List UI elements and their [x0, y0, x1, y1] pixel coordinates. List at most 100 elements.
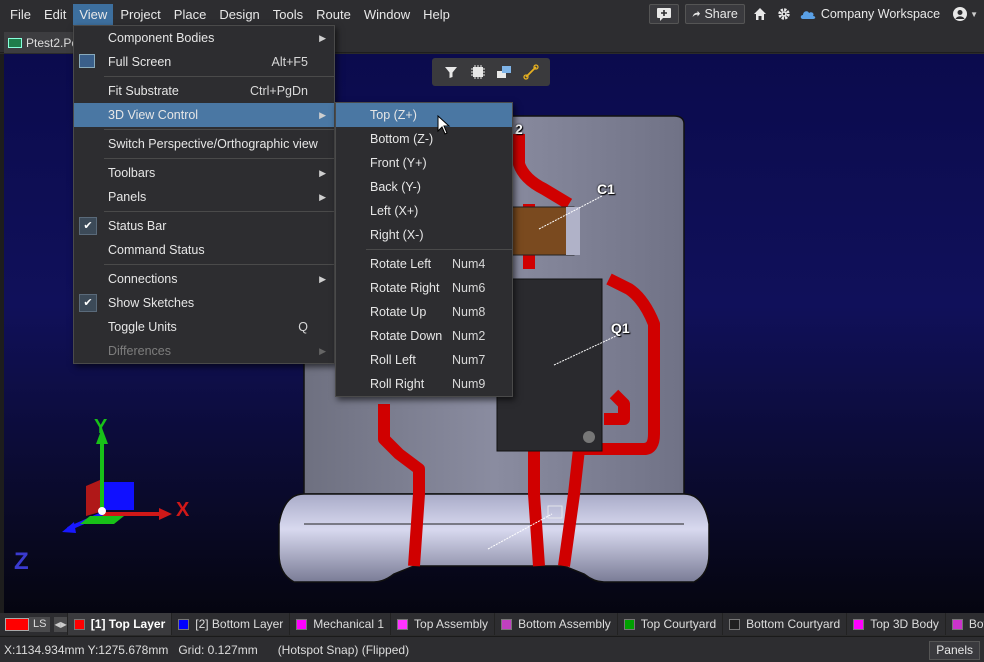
chevron-down-icon: ▼	[970, 9, 978, 19]
menu-help[interactable]: Help	[417, 4, 456, 26]
designator-c1: C1	[597, 181, 615, 197]
menu-separator	[104, 158, 334, 159]
designator-q1: Q1	[611, 320, 630, 336]
share-icon	[692, 10, 700, 18]
user-menu[interactable]: ▼	[952, 6, 978, 22]
layer-set-label: LS	[29, 616, 51, 632]
menu-separator	[366, 249, 512, 250]
submenu-item-right[interactable]: Right (X-)	[336, 223, 512, 247]
pcb-doc-icon	[8, 37, 22, 48]
gear-icon[interactable]	[775, 4, 793, 24]
route-icon[interactable]	[522, 63, 540, 81]
panels-button[interactable]: Panels	[929, 641, 980, 660]
menu-item-fit-substrate[interactable]: Fit Substrate Ctrl+PgDn	[74, 79, 334, 103]
menu-tools[interactable]: Tools	[267, 4, 309, 26]
component-select-icon[interactable]	[469, 63, 487, 81]
submenu-arrow-icon: ▶	[319, 346, 326, 356]
layer-color-swatch	[951, 618, 963, 630]
layer-tab-top-courtyard[interactable]: Top Courtyard	[616, 613, 722, 635]
layer-tab-bottom-assembly[interactable]: Bottom Assembly	[494, 613, 617, 635]
canvas-filter-toolbar	[432, 58, 550, 86]
submenu-item-rotate-right[interactable]: Rotate Right Num6	[336, 276, 512, 300]
menu-item-toolbars[interactable]: Toolbars ▶	[74, 161, 334, 185]
menu-view[interactable]: View	[73, 3, 114, 26]
designator-2: 2	[515, 121, 523, 137]
menu-item-show-sketches[interactable]: ✔ Show Sketches	[74, 291, 334, 315]
document-tab-label: Ptest2.Pc	[26, 35, 78, 50]
menu-project[interactable]: Project	[114, 4, 166, 26]
submenu-item-roll-left[interactable]: Roll Left Num7	[336, 348, 512, 372]
menu-item-differences: Differences ▶	[74, 339, 334, 363]
layer-color-swatch	[501, 618, 513, 630]
axis-label-z: Z	[14, 548, 29, 575]
menu-route[interactable]: Route	[310, 4, 357, 26]
submenu-arrow-icon: ▶	[319, 274, 326, 284]
layer-tab-top-3d-body[interactable]: Top 3D Body	[846, 613, 945, 635]
layer-tab-both[interactable]: Both	[944, 613, 984, 635]
filter-icon[interactable]	[442, 63, 460, 81]
menu-edit[interactable]: Edit	[38, 4, 72, 26]
axis-gizmo	[62, 428, 172, 533]
menu-design[interactable]: Design	[213, 4, 265, 26]
submenu-item-rotate-left[interactable]: Rotate Left Num4	[336, 252, 512, 276]
menu-item-connections[interactable]: Connections ▶	[74, 267, 334, 291]
layer-tab-top-layer[interactable]: [1] Top Layer	[66, 613, 172, 635]
3d-view-control-submenu: Top (Z+) Bottom (Z-) Front (Y+) Back (Y-…	[335, 102, 513, 397]
menu-item-status-bar[interactable]: ✔ Status Bar	[74, 214, 334, 238]
snap-status: (Hotspot Snap) (Flipped)	[277, 642, 410, 657]
share-label: Share	[704, 7, 738, 21]
avatar-icon	[953, 7, 968, 21]
submenu-item-back[interactable]: Back (Y-)	[336, 175, 512, 199]
layer-tab-bottom-layer[interactable]: [2] Bottom Layer	[171, 613, 289, 635]
layer-color-swatch	[178, 618, 190, 630]
menu-item-switch-perspective[interactable]: Switch Perspective/Orthographic view	[74, 132, 334, 156]
menu-item-command-status[interactable]: Command Status	[74, 238, 334, 262]
status-bar: X:1134.934mm Y:1275.678mm Grid: 0.127mm …	[0, 636, 984, 662]
axis-label-y: Y	[94, 416, 108, 438]
current-layer-swatch	[5, 617, 29, 631]
mouse-cursor-icon	[437, 115, 451, 135]
submenu-item-rotate-up[interactable]: Rotate Up Num8	[336, 300, 512, 324]
cloud-icon	[800, 11, 816, 19]
home-icon[interactable]	[751, 4, 769, 24]
menu-item-toggle-units[interactable]: Toggle Units Q	[74, 315, 334, 339]
submenu-arrow-icon: ▶	[319, 168, 326, 178]
comment-button[interactable]	[648, 4, 679, 24]
submenu-arrow-icon: ▶	[319, 192, 326, 202]
layer-color-swatch	[853, 618, 865, 630]
menu-window[interactable]: Window	[358, 4, 416, 26]
layer-set-selector[interactable]: LS	[5, 616, 51, 632]
menu-item-3d-view-control[interactable]: 3D View Control ▶	[74, 103, 334, 127]
submenu-item-left[interactable]: Left (X+)	[336, 199, 512, 223]
comment-plus-icon	[656, 8, 671, 21]
menu-item-full-screen[interactable]: Full Screen Alt+F5	[74, 50, 334, 74]
layer-tab-top-assembly[interactable]: Top Assembly	[390, 613, 494, 635]
menu-separator	[104, 264, 334, 265]
menu-separator	[104, 211, 334, 212]
full-screen-icon	[79, 54, 95, 68]
menu-item-component-bodies[interactable]: Component Bodies ▶	[74, 26, 334, 50]
submenu-item-rotate-down[interactable]: Rotate Down Num2	[336, 324, 512, 348]
document-tab[interactable]: Ptest2.Pc	[4, 32, 84, 53]
layer-tab-bottom-courtyard[interactable]: Bottom Courtyard	[722, 613, 846, 635]
submenu-item-front[interactable]: Front (Y+)	[336, 151, 512, 175]
workspace-selector[interactable]: Company Workspace	[799, 7, 940, 21]
menu-item-panels[interactable]: Panels ▶	[74, 185, 334, 209]
layer-color-swatch	[397, 618, 409, 630]
layer-tab-mechanical-1[interactable]: Mechanical 1	[289, 613, 390, 635]
menu-file[interactable]: File	[4, 4, 37, 26]
view-menu-dropdown: Component Bodies ▶ Full Screen Alt+F5 Fit …	[73, 25, 335, 364]
menu-separator	[104, 76, 334, 77]
submenu-item-bottom[interactable]: Bottom (Z-)	[336, 127, 512, 151]
share-button[interactable]: Share	[684, 4, 745, 24]
submenu-item-roll-right[interactable]: Roll Right Num9	[336, 372, 512, 396]
submenu-item-top[interactable]: Top (Z+)	[336, 103, 512, 127]
menu-place[interactable]: Place	[168, 4, 213, 26]
layers-icon[interactable]	[495, 63, 513, 81]
layer-scroll-buttons[interactable]: ◀ ▶	[54, 616, 67, 632]
layer-color-swatch	[73, 618, 85, 630]
layer-color-swatch	[729, 618, 741, 630]
workspace-label: Company Workspace	[820, 7, 941, 21]
checkmark-icon: ✔	[79, 217, 97, 235]
layer-color-swatch	[623, 618, 635, 630]
